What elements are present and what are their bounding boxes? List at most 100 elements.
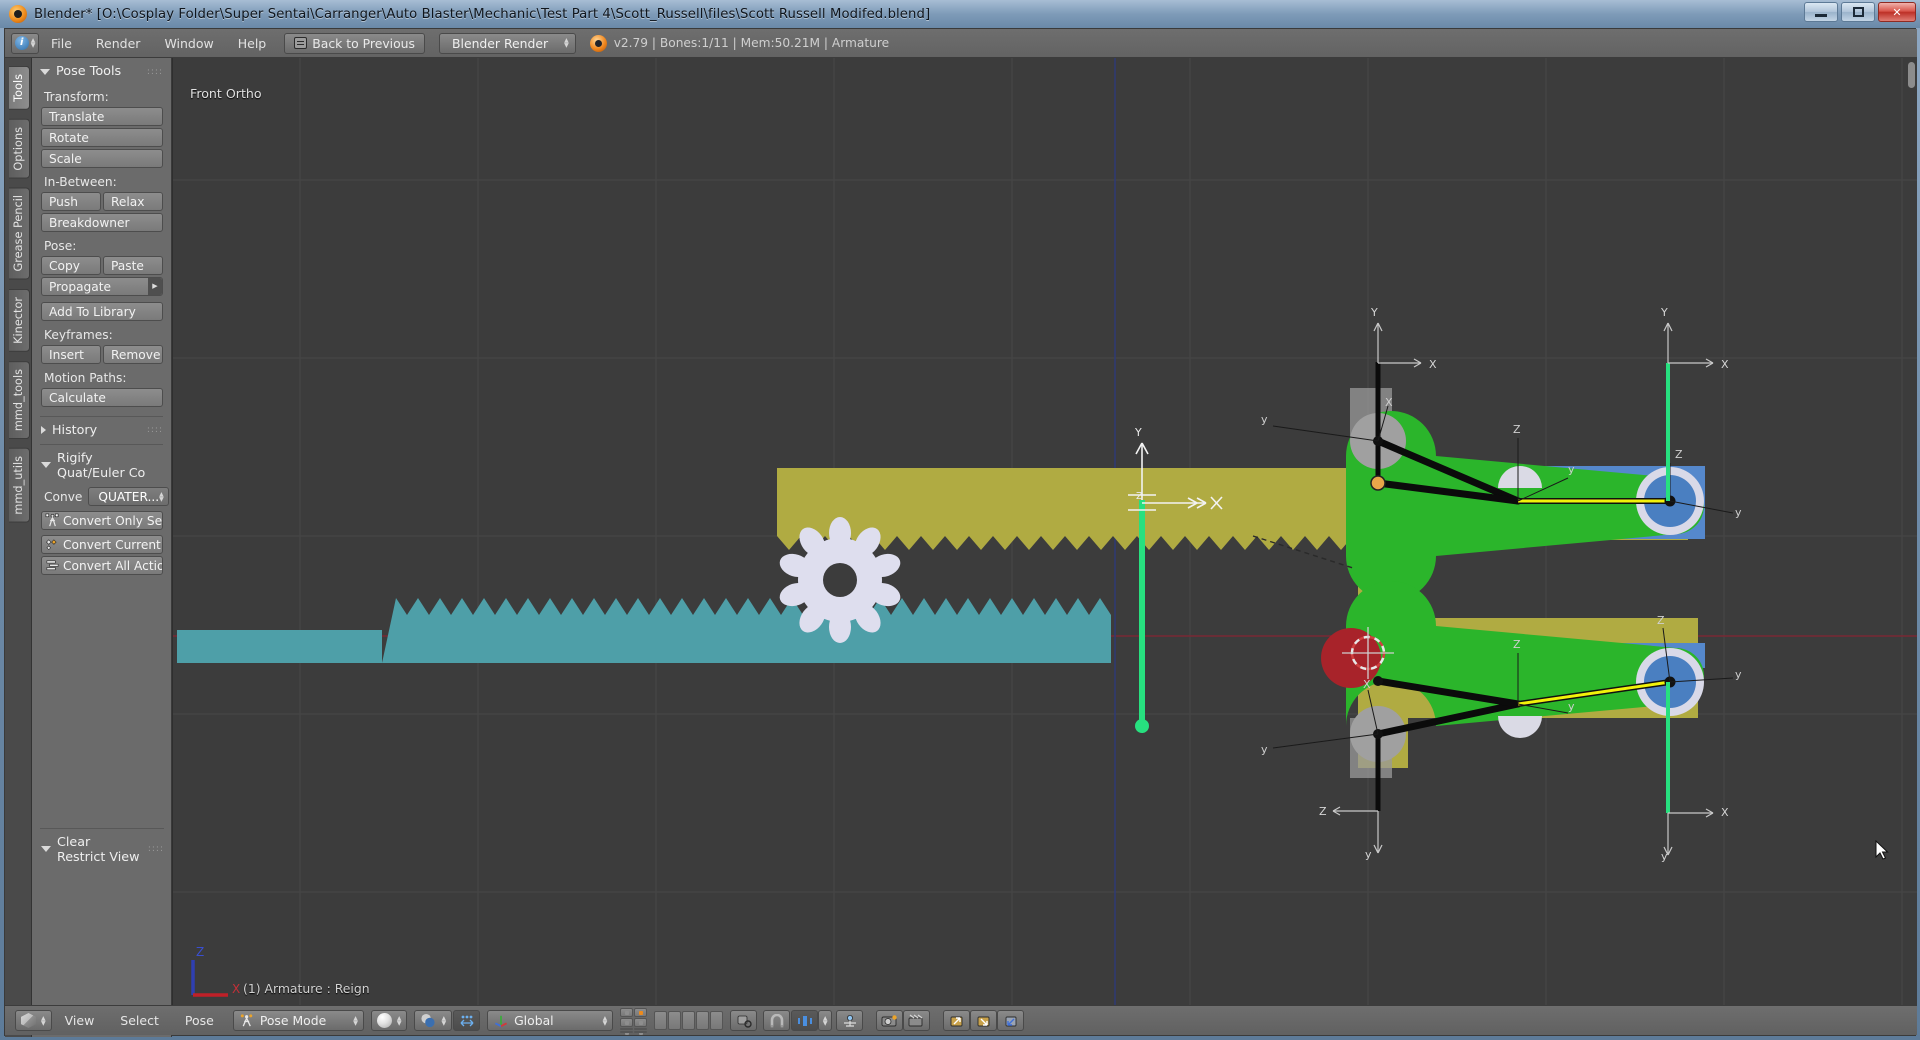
menu-file[interactable]: File xyxy=(39,33,84,54)
layer-cell-4[interactable] xyxy=(634,1018,648,1027)
propagate-button[interactable]: Propagate xyxy=(41,277,163,296)
label-in-between: In-Between: xyxy=(44,175,117,189)
editor-type-selector-3dview[interactable]: ▲ ▼ xyxy=(15,1010,52,1031)
bone-x-mirror-toggle[interactable] xyxy=(836,1010,864,1031)
layer-cell-8[interactable] xyxy=(634,1031,648,1033)
sidebar-tab-mmd-utils[interactable]: mmd_utils xyxy=(9,447,30,523)
render-camera-icon xyxy=(881,1014,897,1026)
calculate-paths-button[interactable]: Calculate xyxy=(41,388,163,407)
push-button[interactable]: Push xyxy=(41,192,101,211)
layer-cell-3[interactable] xyxy=(620,1018,634,1027)
copy-pose-button-header[interactable] xyxy=(943,1010,971,1031)
scene-layers-grid[interactable] xyxy=(620,1008,648,1035)
editor-type-selector[interactable]: i ▲ ▼ xyxy=(11,32,39,54)
label-pose: Pose: xyxy=(44,239,77,253)
copy-pose-button[interactable]: Copy xyxy=(41,256,101,275)
window-controls: ✕ xyxy=(1804,2,1916,22)
snap-spin[interactable]: ▲ ▼ xyxy=(818,1010,833,1031)
panel-header-pose-tools[interactable]: Pose Tools :::: xyxy=(32,58,171,85)
panel-header-rigify[interactable]: Rigify Quat/Euler Co xyxy=(32,445,171,484)
scale-button[interactable]: Scale xyxy=(41,149,163,168)
close-button[interactable]: ✕ xyxy=(1878,2,1916,22)
magnet-icon xyxy=(770,1013,784,1027)
layer-cell-1[interactable] xyxy=(620,1008,634,1017)
bone-layer-1[interactable] xyxy=(654,1011,668,1030)
proportional-editing-toggle[interactable] xyxy=(730,1010,758,1031)
paste-pose-button-header[interactable] xyxy=(970,1010,998,1031)
layer-cell-7[interactable] xyxy=(620,1031,634,1033)
statistics-text: v2.79 | Bones:1/11 | Mem:50.21M | Armatu… xyxy=(613,36,890,50)
bone-layers-grid[interactable] xyxy=(654,1011,724,1030)
bone-axis-label-y2-l: y xyxy=(1568,700,1575,713)
remove-keyframe-button[interactable]: Remove xyxy=(103,345,163,364)
render-image-button[interactable] xyxy=(876,1010,904,1031)
bone-layer-2[interactable] xyxy=(668,1011,682,1030)
sidebar-tab-grease-pencil[interactable]: Grease Pencil xyxy=(9,187,30,280)
viewport-header: ▲ ▼ View Select Pose Pose Mode ▲ ▼ ▲ ▼ ▲… xyxy=(5,1005,1917,1035)
snap-target-selector[interactable] xyxy=(791,1010,819,1031)
viewport-shading-selector[interactable]: ▲ ▼ xyxy=(370,1010,408,1031)
paste-flipped-pose-button-header[interactable] xyxy=(997,1010,1025,1031)
insert-keyframe-button[interactable]: Insert xyxy=(41,345,101,364)
panel-title-rigify: Rigify Quat/Euler Co xyxy=(57,450,146,480)
convert-all-actions-label: Convert All Actions xyxy=(63,558,162,573)
viewport-menu-pose[interactable]: Pose xyxy=(172,1013,227,1028)
render-engine-selector[interactable]: Blender Render ▲ ▼ xyxy=(439,32,576,54)
pivot-point-selector[interactable]: ▲ ▼ xyxy=(414,1010,453,1031)
sidebar-tab-options[interactable]: Options xyxy=(9,118,30,179)
sidebar-tab-mmd-tools[interactable]: mmd_tools xyxy=(9,360,30,439)
axis-label-y-ik: Y xyxy=(1660,306,1668,319)
scene-statistics: v2.79 | Bones:1/11 | Mem:50.21M | Armatu… xyxy=(589,34,890,52)
3d-viewport[interactable]: Y X y X Z y y Z Y X y X Z y y Z y Z y X … xyxy=(173,58,1917,1007)
viewport-object-info: (1) Armature : Reign xyxy=(243,981,370,996)
menu-window[interactable]: Window xyxy=(152,33,225,54)
bone-layer-5[interactable] xyxy=(710,1011,724,1030)
transform-orientation-selector[interactable]: Global ▲ ▼ xyxy=(487,1010,614,1031)
layer-cell-2[interactable] xyxy=(634,1008,648,1017)
bone-layer-3[interactable] xyxy=(682,1011,696,1030)
info-editor-icon: i xyxy=(14,36,29,50)
copy-pose-icon xyxy=(950,1016,963,1026)
manipulator-toggle[interactable] xyxy=(453,1010,481,1031)
relax-button[interactable]: Relax xyxy=(103,192,163,211)
convert-only-selected-button[interactable]: Convert Only Sele... xyxy=(41,511,163,530)
viewport-scrollbar[interactable] xyxy=(1908,62,1915,88)
viewport-menu-view[interactable]: View xyxy=(52,1013,108,1028)
viewport-menu-select[interactable]: Select xyxy=(107,1013,172,1028)
blender-logo-icon xyxy=(589,34,607,52)
label-transform: Transform: xyxy=(44,90,109,104)
blender-app-icon xyxy=(9,5,27,23)
median-point-icon xyxy=(421,1013,436,1028)
interaction-mode-selector[interactable]: Pose Mode ▲ ▼ xyxy=(232,1010,364,1031)
back-to-previous-button[interactable]: Back to Previous xyxy=(284,32,425,54)
menu-render[interactable]: Render xyxy=(84,33,153,54)
panel-header-clear-restrict-view[interactable]: Clear Restrict View :::: xyxy=(32,829,171,868)
render-animation-button[interactable] xyxy=(903,1010,931,1031)
sidebar-tab-kinector[interactable]: Kinector xyxy=(9,288,30,352)
add-to-library-button[interactable]: Add To Library xyxy=(41,302,163,321)
rotate-button[interactable]: Rotate xyxy=(41,128,163,147)
bone-layer-4[interactable] xyxy=(696,1011,710,1030)
paste-pose-button[interactable]: Paste xyxy=(103,256,163,275)
convert-all-actions-button[interactable]: Convert All Actions xyxy=(41,556,163,575)
maximize-button[interactable] xyxy=(1841,2,1875,22)
convert-current-action-button[interactable]: Convert Current A... xyxy=(41,535,163,554)
menu-help[interactable]: Help xyxy=(226,33,279,54)
conve-enum-dropdown[interactable]: QUATER... ▲ ▼ xyxy=(88,487,169,506)
sidebar-tab-tools[interactable]: Tools xyxy=(9,66,30,110)
axis-label-y-low2: y xyxy=(1661,850,1668,863)
breakdowner-button[interactable]: Breakdowner xyxy=(41,213,163,232)
translate-button[interactable]: Translate xyxy=(41,107,163,126)
snap-toggle[interactable] xyxy=(763,1010,791,1031)
panel-grip-icon-history: :::: xyxy=(146,424,163,435)
layer-cell-5[interactable] xyxy=(620,1028,634,1035)
minimize-button[interactable] xyxy=(1804,2,1838,22)
axis-label-y: Y xyxy=(1370,306,1378,319)
layer-cell-6[interactable] xyxy=(634,1028,648,1035)
viewport-canvas: Y X y X Z y y Z Y X y X Z y y Z y Z y X … xyxy=(173,58,1917,1007)
panel-header-history[interactable]: History :::: xyxy=(32,417,171,441)
action-stack-icon xyxy=(46,560,59,571)
bone-axis-label-y-l: y xyxy=(1261,743,1268,756)
mouse-cursor xyxy=(1875,840,1889,860)
bone-axis-label-y3-l: y xyxy=(1735,668,1742,681)
